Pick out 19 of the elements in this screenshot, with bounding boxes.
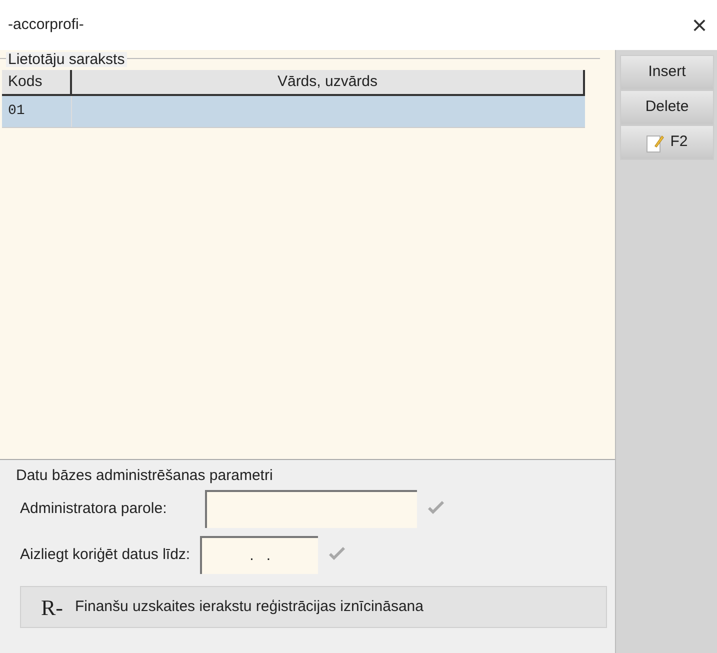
checkmark-icon [328, 547, 346, 563]
column-header[interactable]: Kods [2, 70, 72, 94]
group-legend: Datu bāzes administrēšanas parametri [16, 468, 273, 483]
field-label: Aizliegt koriģēt datus līdz: [20, 544, 190, 565]
toolbar-button[interactable]: Delete [620, 90, 714, 125]
column-header[interactable]: Vārds, uzvārds [72, 70, 585, 94]
date-field[interactable]: . . [200, 536, 318, 574]
checkmark-icon [426, 501, 445, 517]
close-button[interactable]: × [692, 12, 707, 38]
f2-button[interactable]: F2 [620, 125, 714, 160]
window-title: -accorprofi- [8, 14, 84, 35]
toolbar-button[interactable]: Insert [620, 55, 714, 90]
table-cell-text: 01 [8, 102, 25, 121]
password-field[interactable] [204, 490, 417, 528]
group-legend: Lietotāju saraksts [6, 52, 127, 67]
field-label: Administratora parole: [20, 498, 167, 519]
delete-records-button[interactable]: R- Finanšu uzskaites ierakstu reģistrācijas iznīcināsana [20, 586, 607, 628]
table-row[interactable]: 01 [2, 96, 585, 128]
document-pencil-icon [646, 132, 664, 152]
